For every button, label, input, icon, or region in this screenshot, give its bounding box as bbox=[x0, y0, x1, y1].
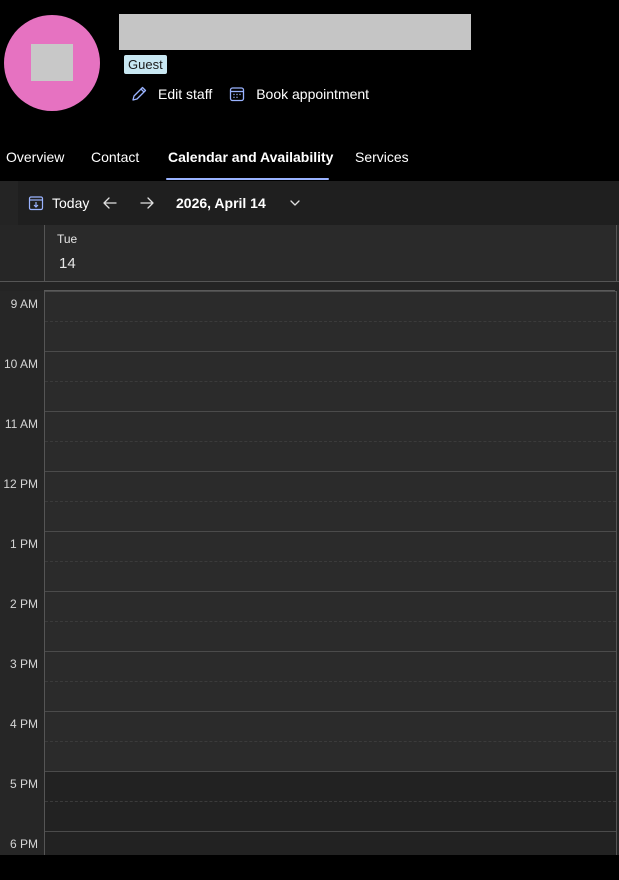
half-hour-line bbox=[45, 801, 616, 802]
day-number: 14 bbox=[59, 255, 76, 272]
time-label: 6 PM bbox=[9, 837, 38, 851]
today-button[interactable]: Today bbox=[28, 181, 89, 225]
half-hour-line bbox=[45, 681, 616, 682]
time-gutter-header bbox=[0, 225, 44, 281]
edit-staff-label: Edit staff bbox=[158, 86, 213, 102]
weekday-label: Tue bbox=[57, 232, 78, 246]
half-hour-line bbox=[45, 441, 616, 442]
book-appointment-button[interactable]: Book appointment bbox=[228, 85, 369, 103]
half-hour-line bbox=[45, 561, 616, 562]
tab-overview[interactable]: Overview bbox=[6, 149, 64, 165]
today-label: Today bbox=[52, 195, 90, 211]
day-column-header[interactable]: Tue 14 bbox=[44, 225, 617, 281]
hour-line bbox=[45, 411, 616, 412]
tab-calendar-and-availability[interactable]: Calendar and Availability bbox=[168, 149, 333, 165]
avatar-image-placeholder bbox=[31, 44, 73, 81]
time-label: 4 PM bbox=[9, 717, 38, 731]
date-picker-dropdown[interactable] bbox=[287, 181, 303, 225]
time-label: 10 AM bbox=[3, 357, 38, 371]
calendar-panel: Today 2026, April 14 Tue 14 9 AM 10 AM 1… bbox=[0, 181, 619, 855]
avatar bbox=[4, 15, 100, 111]
hour-line bbox=[45, 771, 616, 772]
chevron-down-icon bbox=[290, 200, 300, 206]
book-appointment-label: Book appointment bbox=[256, 86, 370, 102]
guest-badge: Guest bbox=[124, 55, 167, 74]
time-label: 1 PM bbox=[9, 537, 38, 551]
off-hours-region bbox=[45, 771, 616, 855]
hour-line bbox=[45, 651, 616, 652]
half-hour-line bbox=[45, 741, 616, 742]
time-label: 5 PM bbox=[9, 777, 38, 791]
time-label: 11 AM bbox=[4, 417, 38, 431]
current-date-label[interactable]: 2026, April 14 bbox=[176, 181, 266, 225]
tab-contact[interactable]: Contact bbox=[91, 149, 139, 165]
time-label: 2 PM bbox=[9, 597, 38, 611]
previous-day-button[interactable] bbox=[102, 181, 118, 225]
hour-line bbox=[45, 351, 616, 352]
profile-actions: Edit staff Book appointment bbox=[130, 84, 369, 104]
arrow-left-icon bbox=[103, 197, 117, 209]
bottom-edge bbox=[0, 855, 619, 880]
half-hour-line bbox=[45, 501, 616, 502]
time-label: 3 PM bbox=[9, 657, 38, 671]
hour-line bbox=[45, 591, 616, 592]
hour-line bbox=[45, 831, 616, 832]
pencil-icon bbox=[132, 86, 147, 101]
time-grid: 9 AM 10 AM 11 AM 12 PM 1 PM 2 PM 3 PM 4 … bbox=[0, 291, 619, 855]
day-header: Tue 14 bbox=[0, 225, 619, 282]
tab-services[interactable]: Services bbox=[355, 149, 409, 165]
time-label: 9 AM bbox=[10, 297, 38, 311]
hour-line bbox=[45, 711, 616, 712]
hour-line bbox=[45, 471, 616, 472]
hour-line bbox=[45, 531, 616, 532]
day-column[interactable] bbox=[44, 291, 617, 855]
half-hour-line bbox=[45, 621, 616, 622]
hour-line bbox=[45, 291, 616, 292]
time-label: 12 PM bbox=[3, 477, 38, 491]
edit-staff-button[interactable]: Edit staff bbox=[130, 85, 212, 103]
half-hour-line bbox=[45, 321, 616, 322]
calendar-toolbar: Today 2026, April 14 bbox=[18, 181, 619, 226]
active-tab-indicator bbox=[166, 178, 329, 180]
today-calendar-icon bbox=[28, 196, 44, 211]
calendar-icon bbox=[230, 87, 245, 102]
time-gutter: 9 AM 10 AM 11 AM 12 PM 1 PM 2 PM 3 PM 4 … bbox=[0, 291, 44, 855]
half-hour-line bbox=[45, 381, 616, 382]
next-day-button[interactable] bbox=[139, 181, 155, 225]
staff-name-redacted bbox=[119, 14, 471, 50]
arrow-right-icon bbox=[140, 197, 154, 209]
